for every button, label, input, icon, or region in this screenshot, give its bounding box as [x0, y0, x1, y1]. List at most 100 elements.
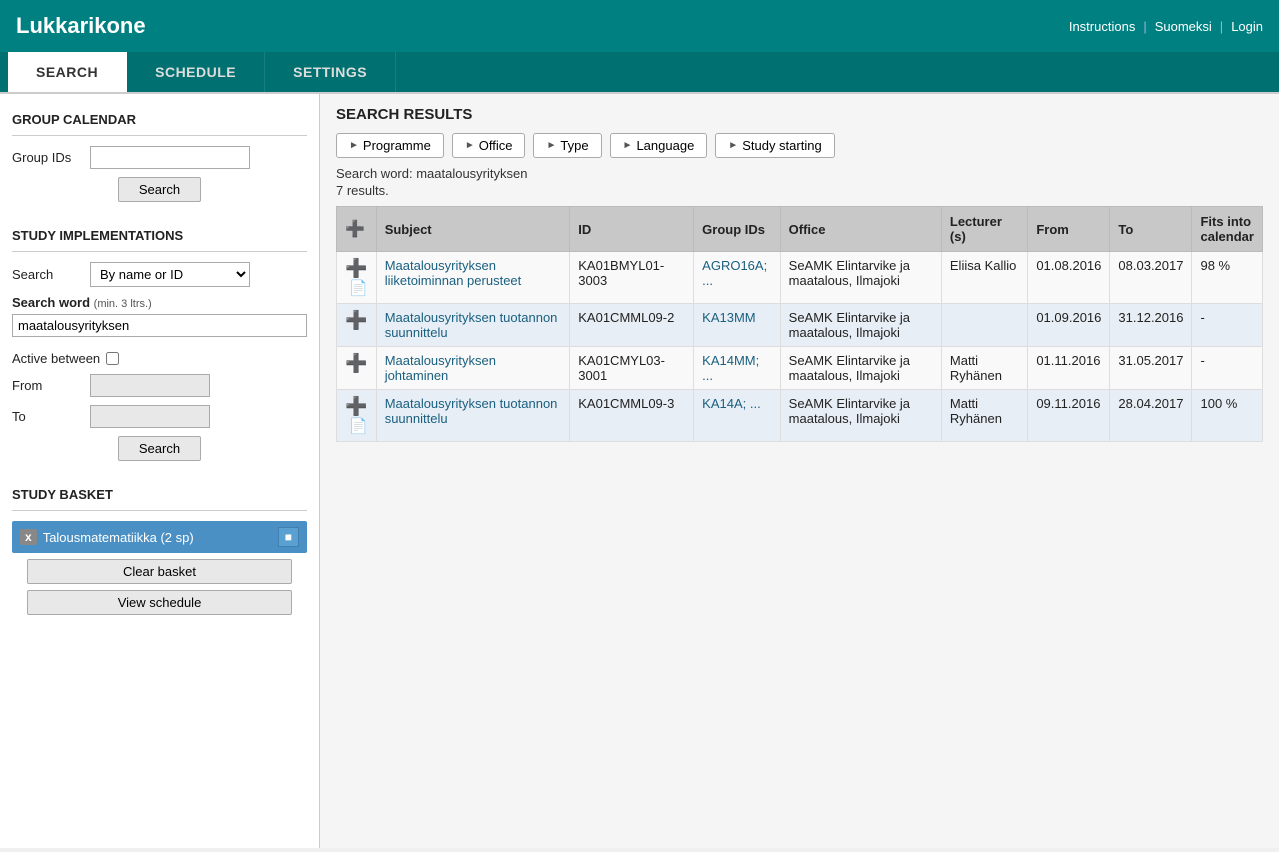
- filter-type-label: Type: [560, 138, 588, 153]
- cell-id: KA01CMYL03-3001: [570, 347, 694, 390]
- study-basket-section: STUDY BASKET x Talousmatematiikka (2 sp)…: [12, 481, 307, 615]
- clear-basket-button[interactable]: Clear basket: [27, 559, 293, 584]
- tab-search[interactable]: SEARCH: [8, 52, 127, 92]
- sidebar: GROUP CALENDAR Group IDs Search STUDY IM…: [0, 94, 320, 848]
- table-row: ➕ Maatalousyrityksen johtaminen KA01CMYL…: [337, 347, 1263, 390]
- filter-office[interactable]: ► Office: [452, 133, 526, 158]
- nav-tabs: SEARCH SCHEDULE SETTINGS: [0, 52, 1279, 94]
- groupid-link[interactable]: KA14MM; ...: [702, 353, 759, 383]
- subject-link[interactable]: Maatalousyrityksen johtaminen: [385, 353, 496, 383]
- cell-groupids: AGRO16A; ...: [694, 252, 781, 304]
- basket-remove-button[interactable]: x: [20, 529, 37, 545]
- cell-subject: Maatalousyrityksen tuotannon suunnittelu: [376, 304, 570, 347]
- subject-link[interactable]: Maatalousyrityksen tuotannon suunnittelu: [385, 310, 558, 340]
- add-to-basket-icon[interactable]: ➕: [345, 396, 367, 416]
- groupid-link[interactable]: AGRO16A; ...: [702, 258, 767, 288]
- subject-link[interactable]: Maatalousyrityksen liiketoiminnan perust…: [385, 258, 522, 288]
- add-to-basket-icon[interactable]: ➕: [345, 353, 367, 373]
- th-fits: Fits intocalendar: [1192, 207, 1263, 252]
- view-schedule-button[interactable]: View schedule: [27, 590, 293, 615]
- cell-subject: Maatalousyrityksen johtaminen: [376, 347, 570, 390]
- results-title: SEARCH RESULTS: [336, 106, 1263, 123]
- top-bar: Lukkarikone Instructions | Suomeksi | Lo…: [0, 0, 1279, 52]
- main-layout: GROUP CALENDAR Group IDs Search STUDY IM…: [0, 94, 1279, 848]
- active-between-row: Active between: [12, 351, 307, 366]
- cell-id: KA01CMML09-2: [570, 304, 694, 347]
- filter-language-label: Language: [636, 138, 694, 153]
- doc-icon[interactable]: 📄: [349, 418, 368, 435]
- th-office: Office: [780, 207, 941, 252]
- to-input[interactable]: [90, 405, 210, 428]
- filter-study-starting[interactable]: ► Study starting: [715, 133, 834, 158]
- search-method-select[interactable]: By name or ID By subject code By group I…: [90, 262, 250, 287]
- groupid-link[interactable]: KA14A; ...: [702, 396, 761, 411]
- group-calendar-title: GROUP CALENDAR: [12, 106, 307, 136]
- add-to-basket-icon[interactable]: ➕: [345, 310, 367, 330]
- group-ids-row: Group IDs: [12, 146, 307, 169]
- subject-link[interactable]: Maatalousyrityksen tuotannon suunnittelu: [385, 396, 558, 426]
- cell-fits: -: [1192, 304, 1263, 347]
- cell-add-icon: ➕ 📄: [337, 252, 377, 304]
- search-word-display: Search word: maatalousyrityksen: [336, 166, 1263, 181]
- results-count: 7 results.: [336, 183, 1263, 198]
- active-between-checkbox[interactable]: [106, 352, 119, 365]
- to-row: To: [12, 405, 307, 428]
- cell-lecturer: Matti Ryhänen: [941, 347, 1027, 390]
- filter-programme[interactable]: ► Programme: [336, 133, 444, 158]
- suomeksi-link[interactable]: Suomeksi: [1155, 19, 1212, 34]
- group-ids-label: Group IDs: [12, 150, 82, 165]
- table-row: ➕ 📄 Maatalousyrityksen tuotannon suunnit…: [337, 390, 1263, 442]
- cell-lecturer: Matti Ryhänen: [941, 390, 1027, 442]
- cell-add-icon: ➕: [337, 347, 377, 390]
- cell-groupids: KA13MM: [694, 304, 781, 347]
- add-to-basket-icon[interactable]: ➕: [345, 258, 367, 278]
- search-word-input[interactable]: [12, 314, 307, 337]
- main-content: SEARCH RESULTS ► Programme ► Office ► Ty…: [320, 94, 1279, 848]
- from-input[interactable]: [90, 374, 210, 397]
- group-ids-input[interactable]: [90, 146, 250, 169]
- cell-id: KA01CMML09-3: [570, 390, 694, 442]
- login-link[interactable]: Login: [1231, 19, 1263, 34]
- tab-settings[interactable]: SETTINGS: [265, 52, 396, 92]
- cell-office: SeAMK Elintarvike ja maatalous, Ilmajoki: [780, 304, 941, 347]
- cell-to: 31.12.2016: [1110, 304, 1192, 347]
- results-table: ➕ Subject ID Group IDs Office Lecturer(s…: [336, 206, 1263, 442]
- from-label: From: [12, 378, 82, 393]
- cell-fits: 98 %: [1192, 252, 1263, 304]
- cell-from: 01.11.2016: [1028, 347, 1110, 390]
- app-title: Lukkarikone: [16, 13, 146, 39]
- filter-type[interactable]: ► Type: [533, 133, 601, 158]
- cell-lecturer: [941, 304, 1027, 347]
- study-search-button[interactable]: Search: [118, 436, 201, 461]
- cell-subject: Maatalousyrityksen tuotannon suunnittelu: [376, 390, 570, 442]
- th-from: From: [1028, 207, 1110, 252]
- cell-add-icon: ➕ 📄: [337, 390, 377, 442]
- instructions-link[interactable]: Instructions: [1069, 19, 1135, 34]
- search-word-block: Search word (min. 3 ltrs.): [12, 295, 307, 343]
- search-word-sublabel: (min. 3 ltrs.): [94, 298, 152, 310]
- cell-from: 09.11.2016: [1028, 390, 1110, 442]
- language-arrow: ►: [623, 140, 633, 151]
- cell-from: 01.08.2016: [1028, 252, 1110, 304]
- type-arrow: ►: [546, 140, 556, 151]
- search-word-label: Search word (min. 3 ltrs.): [12, 295, 307, 310]
- table-header-row: ➕ Subject ID Group IDs Office Lecturer(s…: [337, 207, 1263, 252]
- filter-office-label: Office: [479, 138, 513, 153]
- sep1: |: [1143, 19, 1146, 34]
- study-implementations-title: STUDY IMPLEMENTATIONS: [12, 222, 307, 252]
- group-calendar-search-button[interactable]: Search: [118, 177, 201, 202]
- basket-item: x Talousmatematiikka (2 sp) ■: [12, 521, 307, 553]
- filter-study-starting-label: Study starting: [742, 138, 822, 153]
- doc-icon[interactable]: 📄: [349, 280, 368, 297]
- cell-to: 08.03.2017: [1110, 252, 1192, 304]
- active-between-label: Active between: [12, 351, 100, 366]
- groupid-link[interactable]: KA13MM: [702, 310, 755, 325]
- tab-schedule[interactable]: SCHEDULE: [127, 52, 265, 92]
- basket-view-icon-button[interactable]: ■: [278, 527, 299, 547]
- filter-row: ► Programme ► Office ► Type ► Language ►…: [336, 133, 1263, 158]
- cell-id: KA01BMYL01-3003: [570, 252, 694, 304]
- filter-language[interactable]: ► Language: [610, 133, 708, 158]
- table-row: ➕ Maatalousyrityksen tuotannon suunnitte…: [337, 304, 1263, 347]
- cell-fits: 100 %: [1192, 390, 1263, 442]
- top-links: Instructions | Suomeksi | Login: [1069, 19, 1263, 34]
